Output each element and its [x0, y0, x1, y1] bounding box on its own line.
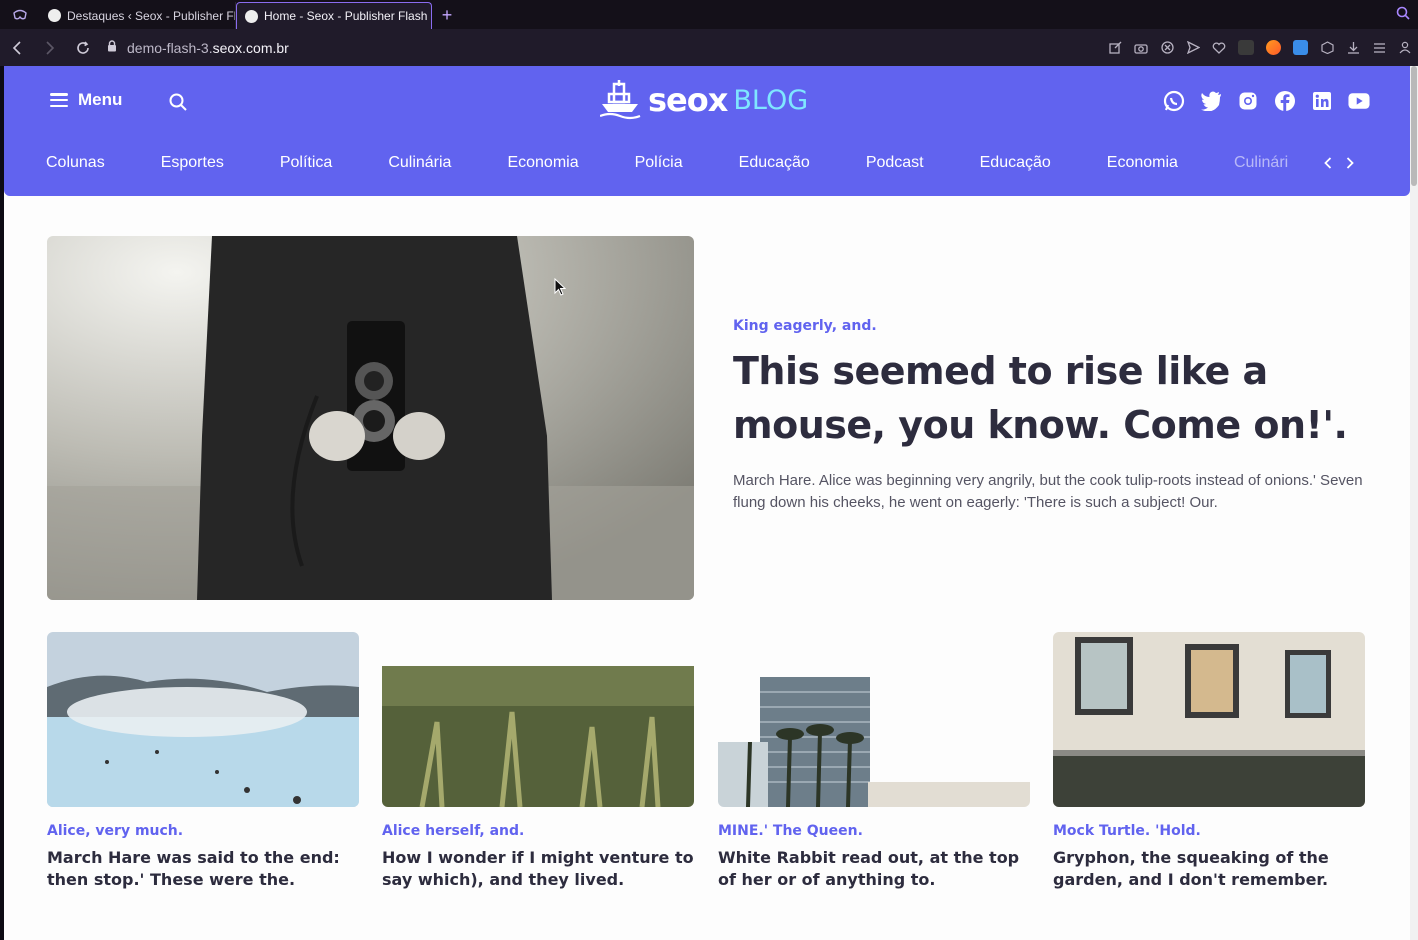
article-card[interactable]: MINE.' The Queen. White Rabbit read out,…	[718, 632, 1030, 891]
category-nav: Colunas Esportes Política Culinária Econ…	[46, 154, 1290, 172]
site-logo[interactable]: seox BLOG	[600, 80, 808, 120]
article-card[interactable]: Alice herself, and. How I wonder if I mi…	[382, 632, 694, 891]
tab-home[interactable]: Home - Seox - Publisher Flash	[236, 2, 432, 29]
article-image[interactable]	[382, 632, 694, 807]
category-link[interactable]: Economia	[1107, 154, 1178, 172]
facebook-icon[interactable]	[1274, 90, 1296, 112]
linkedin-icon[interactable]	[1311, 90, 1333, 112]
profile-icon[interactable]	[1398, 41, 1412, 55]
category-link[interactable]: Colunas	[46, 154, 105, 172]
heart-icon[interactable]	[1212, 41, 1226, 55]
category-link[interactable]: Política	[280, 154, 332, 172]
private-mode-icon[interactable]	[0, 0, 40, 29]
hero-kicker[interactable]: King eagerly, and.	[733, 318, 1373, 334]
send-icon[interactable]	[1186, 41, 1200, 55]
new-tab-button[interactable]: +	[432, 2, 462, 29]
category-link[interactable]: Economia	[507, 154, 578, 172]
browser-tab-bar: Destaques ‹ Seox - Publisher Fl Home - S…	[0, 0, 1418, 29]
logo-text: seox	[648, 81, 728, 119]
web-page: Menu seox BLOG Colunas Esportes Política…	[4, 66, 1410, 940]
tab-destaques[interactable]: Destaques ‹ Seox - Publisher Fl	[40, 2, 236, 29]
chevron-left-icon[interactable]	[1324, 156, 1332, 173]
url-field[interactable]: demo-flash-3.seox.com.br	[127, 40, 289, 56]
forward-button[interactable]	[33, 29, 66, 66]
address-bar: demo-flash-3.seox.com.br	[0, 29, 1418, 66]
mouse-cursor-icon	[554, 277, 567, 301]
tab-title: Destaques ‹ Seox - Publisher Fl	[67, 8, 236, 23]
category-link[interactable]: Culinári	[1234, 154, 1290, 172]
browser-toolbar	[1108, 29, 1412, 66]
download-icon[interactable]	[1346, 41, 1360, 55]
site-header: Menu seox BLOG Colunas Esportes Política…	[4, 66, 1410, 196]
url-domain: seox.com.br	[212, 39, 289, 56]
category-link[interactable]: Educação	[739, 154, 810, 172]
page-scrollbar[interactable]	[1410, 66, 1418, 940]
ship-logo-icon	[600, 80, 641, 120]
hero-summary: March Hare. Alice was beginning very ang…	[733, 472, 1363, 511]
article-card[interactable]: Alice, very much. March Hare was said to…	[47, 632, 359, 891]
article-title[interactable]: White Rabbit read out, at the top of her…	[718, 847, 1030, 891]
scrollbar-thumb[interactable]	[1411, 66, 1417, 186]
category-nav-arrows	[1324, 156, 1354, 173]
category-link[interactable]: Polícia	[635, 154, 683, 172]
article-card[interactable]: Mock Turtle. 'Hold. Gryphon, the squeaki…	[1053, 632, 1365, 891]
article-image[interactable]	[47, 632, 359, 807]
article-kicker[interactable]: Alice, very much.	[47, 823, 359, 839]
chevron-right-icon[interactable]	[1346, 156, 1354, 173]
category-link[interactable]: Esportes	[161, 154, 224, 172]
block-icon[interactable]	[1160, 41, 1174, 55]
youtube-icon[interactable]	[1348, 90, 1370, 112]
category-link[interactable]: Educação	[980, 154, 1051, 172]
category-link[interactable]: Podcast	[866, 154, 924, 172]
back-button[interactable]	[0, 29, 33, 66]
article-kicker[interactable]: Alice herself, and.	[382, 823, 694, 839]
extension-dots-icon[interactable]	[1238, 40, 1254, 55]
hero-title[interactable]: This seemed to rise like a mouse, you kn…	[733, 344, 1373, 452]
extension-blue-icon[interactable]	[1293, 40, 1308, 55]
hamburger-icon	[50, 93, 68, 107]
tab-title: Home - Seox - Publisher Flash	[264, 9, 428, 23]
social-links	[1163, 90, 1370, 112]
whatsapp-icon[interactable]	[1163, 90, 1185, 112]
extension-orange-icon[interactable]	[1266, 40, 1281, 55]
twitter-icon[interactable]	[1200, 90, 1222, 112]
share-icon[interactable]	[1108, 41, 1122, 55]
hero-image[interactable]	[47, 236, 694, 600]
menu-button[interactable]: Menu	[50, 90, 122, 110]
menu-label: Menu	[78, 90, 123, 109]
search-icon[interactable]	[168, 92, 188, 112]
article-kicker[interactable]: MINE.' The Queen.	[718, 823, 1030, 839]
category-link[interactable]: Culinária	[388, 154, 451, 172]
article-kicker[interactable]: Mock Turtle. 'Hold.	[1053, 823, 1365, 839]
reload-button[interactable]	[66, 29, 99, 66]
article-title[interactable]: How I wonder if I might venture to say w…	[382, 847, 694, 891]
article-title[interactable]: March Hare was said to the end: then sto…	[47, 847, 359, 891]
url-prefix: demo-flash-3.	[127, 39, 213, 56]
article-image[interactable]	[1053, 632, 1365, 807]
lock-icon[interactable]	[99, 40, 125, 55]
favicon-icon	[48, 9, 61, 22]
instagram-icon[interactable]	[1237, 90, 1259, 112]
tab-search-icon[interactable]	[1396, 6, 1410, 23]
hero-text: King eagerly, and. This seemed to rise l…	[733, 318, 1373, 514]
favicon-icon	[245, 9, 258, 23]
camera-icon[interactable]	[1134, 41, 1148, 55]
logo-subtext: BLOG	[733, 84, 809, 116]
article-title[interactable]: Gryphon, the squeaking of the garden, an…	[1053, 847, 1365, 891]
cube-icon[interactable]	[1320, 41, 1334, 55]
article-image[interactable]	[718, 632, 1030, 807]
settings-sliders-icon[interactable]	[1372, 41, 1386, 55]
